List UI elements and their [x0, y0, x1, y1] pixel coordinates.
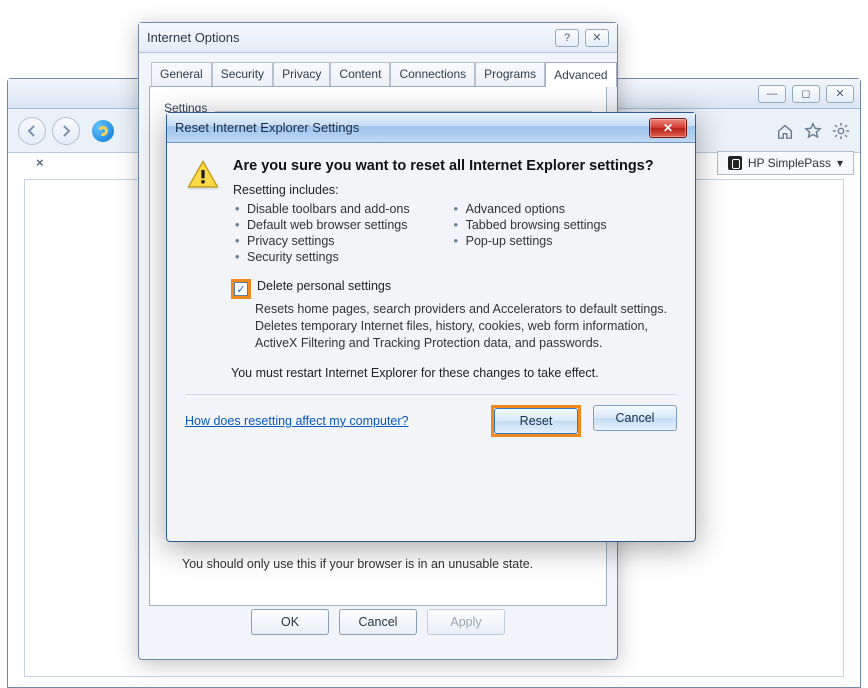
reset-dialog-titlebar[interactable]: Reset Internet Explorer Settings ✕: [167, 113, 695, 143]
internet-options-title: Internet Options: [147, 30, 240, 45]
fingerprint-icon: [728, 156, 742, 170]
close-dialog-button[interactable]: ✕: [585, 29, 609, 47]
tab-programs[interactable]: Programs: [475, 62, 545, 87]
reset-includes-label: Resetting includes:: [233, 183, 677, 197]
cancel-button[interactable]: Cancel: [339, 609, 417, 635]
gear-icon[interactable]: [832, 122, 850, 140]
arrow-left-icon: [26, 125, 38, 137]
how-does-reset-affect-link[interactable]: How does resetting affect my computer?: [185, 414, 409, 428]
back-button[interactable]: [18, 117, 46, 145]
tab-advanced[interactable]: Advanced: [545, 62, 616, 87]
list-item: Privacy settings: [233, 233, 410, 249]
list-item: Tabbed browsing settings: [452, 217, 607, 233]
ok-button[interactable]: OK: [251, 609, 329, 635]
checkbox-highlight: ✓: [231, 279, 251, 299]
minimize-button[interactable]: ―: [758, 85, 786, 103]
delete-personal-settings-checkbox[interactable]: ✓: [234, 282, 248, 296]
list-item: Security settings: [233, 249, 410, 265]
tab-security[interactable]: Security: [212, 62, 273, 87]
maximize-button[interactable]: ◻: [792, 85, 820, 103]
toolbar-right-icons: [776, 122, 850, 140]
list-item: Advanced options: [452, 201, 607, 217]
unusable-state-note: You should only use this if your browser…: [182, 557, 533, 571]
hp-simplepass-label: HP SimplePass: [748, 156, 831, 170]
delete-personal-settings-description: Resets home pages, search providers and …: [255, 301, 675, 352]
dropdown-icon: ▾: [837, 156, 843, 170]
reset-cancel-button[interactable]: Cancel: [593, 405, 677, 431]
internet-options-titlebar[interactable]: Internet Options ? ✕: [139, 23, 617, 53]
reset-heading: Are you sure you want to reset all Inter…: [233, 157, 677, 175]
tab-close-button[interactable]: ×: [36, 155, 44, 170]
delete-personal-settings-label[interactable]: Delete personal settings: [257, 279, 391, 293]
tab-privacy[interactable]: Privacy: [273, 62, 330, 87]
home-icon[interactable]: [776, 122, 794, 140]
tab-connections[interactable]: Connections: [390, 62, 475, 87]
list-item: Disable toolbars and add-ons: [233, 201, 410, 217]
forward-button[interactable]: [52, 117, 80, 145]
close-window-button[interactable]: ✕: [826, 85, 854, 103]
reset-includes-left: Disable toolbars and add-ons Default web…: [233, 201, 410, 265]
dialog-separator: [185, 394, 677, 395]
list-item: Default web browser settings: [233, 217, 410, 233]
help-button[interactable]: ?: [555, 29, 579, 47]
warning-icon: [185, 157, 221, 193]
arrow-right-icon: [60, 125, 72, 137]
hp-simplepass-toolbar[interactable]: HP SimplePass ▾: [717, 151, 854, 175]
tab-content[interactable]: Content: [330, 62, 390, 87]
close-reset-dialog-button[interactable]: ✕: [649, 118, 687, 138]
reset-includes-right: Advanced options Tabbed browsing setting…: [452, 201, 607, 265]
favorites-star-icon[interactable]: [804, 122, 822, 140]
reset-button[interactable]: Reset: [494, 408, 578, 434]
reset-dialog-title: Reset Internet Explorer Settings: [175, 120, 359, 135]
reset-button-highlight: Reset: [491, 405, 581, 437]
restart-note: You must restart Internet Explorer for t…: [231, 366, 677, 380]
iopts-tabs: General Security Privacy Content Connect…: [151, 61, 605, 86]
list-item: Pop-up settings: [452, 233, 607, 249]
reset-ie-settings-dialog: Reset Internet Explorer Settings ✕ Are y…: [166, 112, 696, 542]
ie-logo-icon: [92, 120, 114, 142]
tab-general[interactable]: General: [151, 62, 212, 87]
apply-button: Apply: [427, 609, 505, 635]
iopts-button-row: OK Cancel Apply: [149, 609, 607, 635]
